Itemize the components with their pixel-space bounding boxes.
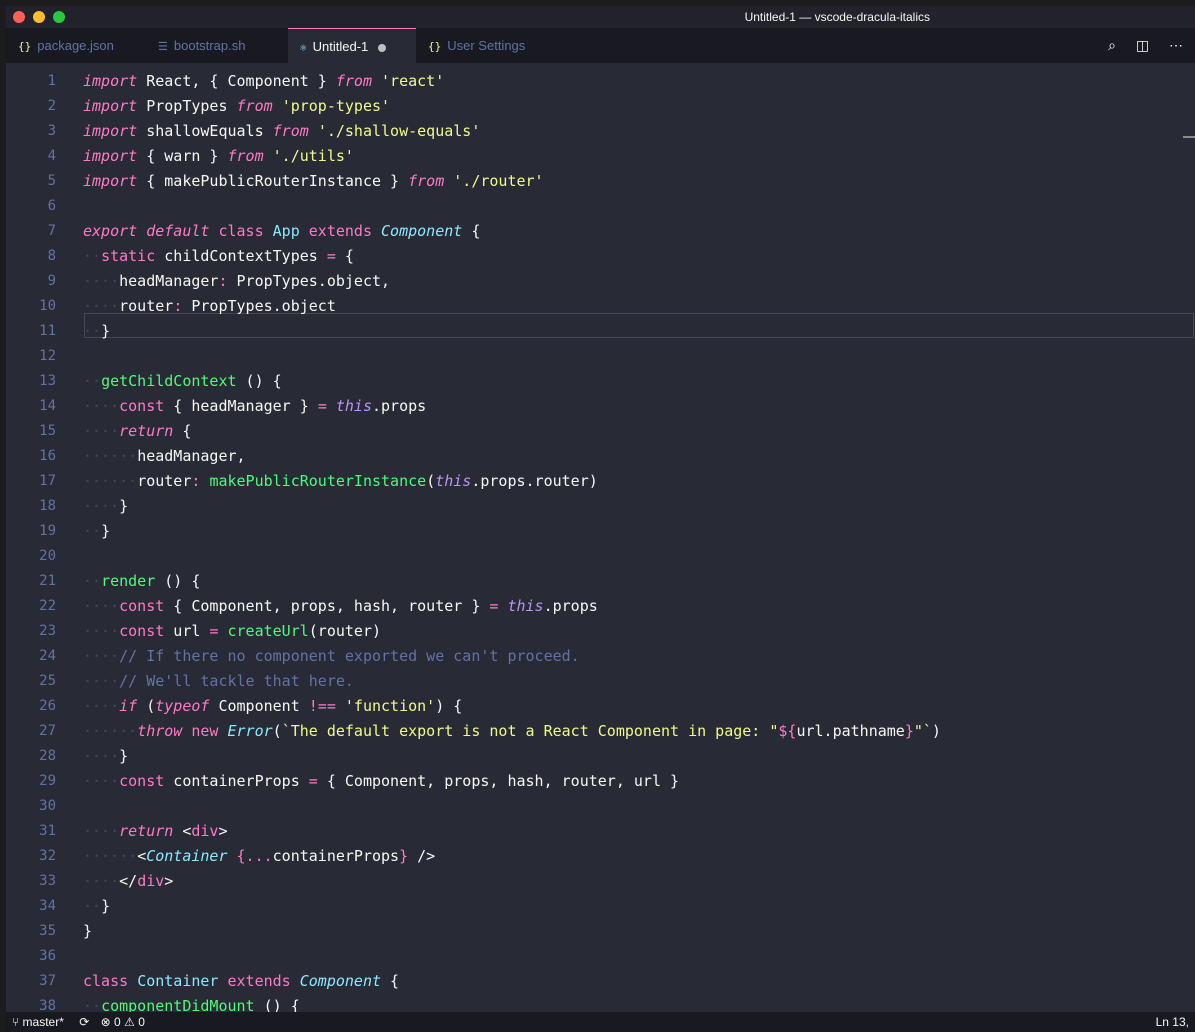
warning-count: 0 [138, 1015, 145, 1029]
code-line[interactable]: 5 import { makePublicRouterInstance } fro… [6, 169, 1195, 194]
cursor-position[interactable]: Ln 13, [1156, 1012, 1189, 1032]
title-bar: Untitled-1 — vscode-dracula-italics [6, 6, 1195, 28]
json-file-icon: {} [18, 40, 32, 53]
split-editor-icon[interactable]: ◫ [1136, 28, 1149, 63]
code-line[interactable]: 15 ····return { [6, 419, 1195, 444]
code-line[interactable]: 32 ······<Container {...containerProps} /… [6, 844, 1195, 869]
code-line[interactable]: 8 ··static childContextTypes = { [6, 244, 1195, 269]
tab-label: User Settings [447, 38, 526, 53]
more-icon[interactable]: ⋯ [1169, 28, 1183, 63]
status-bar: ⑂ master* ⟳ ⊗ 0 ⚠ 0 Ln 13, [6, 1012, 1195, 1032]
maximize-window-button[interactable] [53, 11, 65, 23]
code-line[interactable]: 3 import shallowEquals from './shallow-eq… [6, 119, 1195, 144]
tab-label: Untitled-1 [312, 39, 369, 54]
code-line[interactable]: 25 ····// We'll tackle that here. [6, 669, 1195, 694]
code-line[interactable]: 23 ····const url = createUrl(router) [6, 619, 1195, 644]
error-count: 0 [114, 1015, 121, 1029]
editor-tabs: {} package.json ☰ bootstrap.sh ⚛ Untitled-1… [6, 28, 1195, 63]
vscode-window: Untitled-1 — vscode-dracula-italics {} pa… [6, 6, 1195, 1032]
code-line[interactable]: 7 export default class App extends Compon… [6, 219, 1195, 244]
tab-user-settings[interactable]: {} User Settings [416, 28, 556, 63]
code-line[interactable]: 21 ··render () { [6, 569, 1195, 594]
code-line[interactable]: 10 ····router: PropTypes.object [6, 294, 1195, 319]
error-icon[interactable]: ⊗ [101, 1015, 111, 1029]
code-line[interactable]: 27 ······throw new Error(`The default exp… [6, 719, 1195, 744]
code-line[interactable]: 19 ··} [6, 519, 1195, 544]
close-window-button[interactable] [13, 11, 25, 23]
code-line[interactable]: 29 ····const containerProps = { Component… [6, 769, 1195, 794]
code-line[interactable]: 22 ····const { Component, props, hash, ro… [6, 594, 1195, 619]
code-line[interactable]: 1 import React, { Component } from 'react… [6, 69, 1195, 94]
react-icon: ⚛ [300, 41, 307, 54]
tab-package-json[interactable]: {} package.json [6, 28, 146, 63]
tab-label: package.json [37, 38, 114, 53]
code-line[interactable]: 28 ····} [6, 744, 1195, 769]
code-line[interactable]: 12 [6, 344, 1195, 369]
code-line[interactable]: 11 ··} [6, 319, 1195, 344]
unsaved-dot-icon[interactable] [378, 43, 387, 52]
git-branch-icon[interactable]: ⑂ [12, 1015, 19, 1029]
code-line[interactable]: 36 [6, 944, 1195, 969]
code-line[interactable]: 2 import PropTypes from 'prop-types' [6, 94, 1195, 119]
code-line[interactable]: 4 import { warn } from './utils' [6, 144, 1195, 169]
code-line[interactable]: 31 ····return <div> [6, 819, 1195, 844]
status-left: ⑂ master* ⟳ ⊗ 0 ⚠ 0 [12, 1012, 145, 1032]
code-line[interactable]: 24 ····// If there no component exported … [6, 644, 1195, 669]
code-line[interactable]: 37 class Container extends Component { [6, 969, 1195, 994]
tab-bootstrap-sh[interactable]: ☰ bootstrap.sh [146, 28, 288, 63]
sync-icon[interactable]: ⟳ [79, 1015, 89, 1029]
tab-label: bootstrap.sh [173, 38, 246, 53]
tab-actions: ⌕ ◫ ⋯ [1092, 28, 1183, 63]
code-line[interactable]: 18 ····} [6, 494, 1195, 519]
code-line[interactable]: 20 [6, 544, 1195, 569]
search-icon[interactable]: ⌕ [1108, 28, 1116, 63]
code-line[interactable]: 13 ··getChildContext () { [6, 369, 1195, 394]
minimize-window-button[interactable] [33, 11, 45, 23]
code-line[interactable]: 33 ····</div> [6, 869, 1195, 894]
code-line[interactable]: 16 ······headManager, [6, 444, 1195, 469]
json-file-icon: {} [428, 40, 442, 53]
code-line[interactable]: 17 ······router: makePublicRouterInstance… [6, 469, 1195, 494]
branch-name[interactable]: master* [23, 1015, 64, 1029]
code-line[interactable]: 34 ··} [6, 894, 1195, 919]
file-icon: ☰ [158, 40, 168, 53]
code-editor[interactable]: 1 import React, { Component } from 'react… [6, 63, 1195, 1015]
code-line[interactable]: 6 [6, 194, 1195, 219]
code-line[interactable]: 30 [6, 794, 1195, 819]
code-line[interactable]: 26 ····if (typeof Component !== 'function… [6, 694, 1195, 719]
code-line[interactable]: 14 ····const { headManager } = this.props [6, 394, 1195, 419]
window-title: Untitled-1 — vscode-dracula-italics [744, 10, 930, 24]
code-line[interactable]: 35} [6, 919, 1195, 944]
code-line[interactable]: 9 ····headManager: PropTypes.object, [6, 269, 1195, 294]
warning-icon[interactable]: ⚠ [124, 1015, 135, 1029]
tab-untitled-1[interactable]: ⚛ Untitled-1 [288, 28, 416, 63]
